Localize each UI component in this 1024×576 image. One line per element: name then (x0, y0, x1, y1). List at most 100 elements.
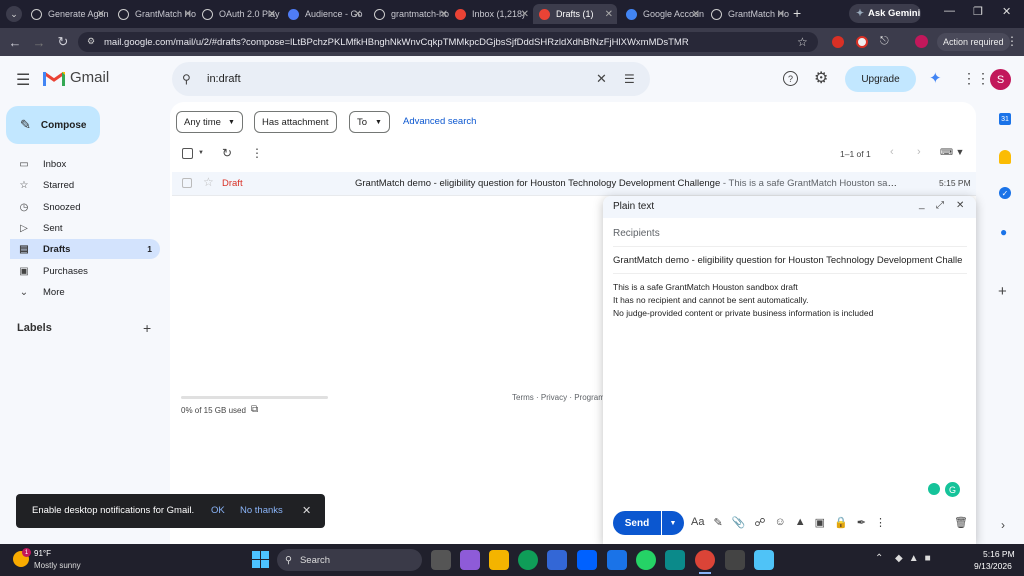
site-info-icon[interactable]: ⚙ (87, 36, 95, 47)
compose-header[interactable]: Plain text _ ⤢ ✕ (603, 196, 976, 218)
browser-tab[interactable]: Generate Agen ✕ (25, 4, 109, 24)
upgrade-button[interactable]: Upgrade (845, 66, 916, 92)
chrome-icon[interactable] (695, 550, 715, 570)
contacts-icon[interactable]: ● (1000, 225, 1007, 239)
new-tab-button[interactable]: + (793, 5, 801, 21)
close-tab-icon[interactable]: ✕ (777, 9, 785, 20)
drive-icon[interactable]: ▲ (795, 516, 806, 529)
close-window-icon[interactable]: ✕ (1002, 5, 1011, 18)
gmail-logo[interactable]: Gmail (43, 69, 109, 86)
close-tab-icon[interactable]: ✕ (440, 9, 448, 20)
restore-window-icon[interactable]: ❐ (973, 5, 983, 18)
account-avatar[interactable]: S (990, 69, 1011, 90)
input-tools-icon[interactable]: ⌨ ▼ (940, 147, 964, 158)
toast-close-icon[interactable]: ✕ (302, 504, 311, 517)
subject-field[interactable]: GrantMatch demo - eligibility question f… (613, 250, 967, 274)
row-checkbox[interactable] (182, 178, 192, 188)
browser-tab[interactable]: GrantMatch Ho ✕ (705, 4, 789, 24)
ask-gemini-button[interactable]: ✦ Ask Gemini (849, 4, 921, 23)
select-all-checkbox[interactable] (182, 148, 193, 159)
close-tab-icon[interactable]: ✕ (692, 9, 700, 20)
recipients-field[interactable]: Recipients (613, 223, 967, 247)
address-bar[interactable]: ⚙ mail.google.com/mail/u/2/#drafts?compo… (78, 32, 818, 52)
attach-icon[interactable]: 📎 (732, 516, 746, 529)
toast-ok-button[interactable]: OK (211, 505, 225, 516)
signature-icon[interactable]: ✒ (857, 516, 866, 529)
expand-panel-icon[interactable]: › (1001, 518, 1005, 532)
search-bar[interactable]: ⚲ in:draft ✕ ☰ (172, 62, 650, 96)
profile-avatar-icon[interactable] (915, 35, 928, 48)
discard-draft-icon[interactable]: 🗑 (954, 516, 968, 529)
main-menu-icon[interactable]: ☰ (16, 70, 30, 90)
forward-arrow-icon[interactable]: → (30, 33, 48, 51)
close-tab-icon[interactable]: ✕ (354, 9, 362, 20)
back-arrow-icon[interactable]: ← (6, 33, 24, 51)
next-page-icon[interactable]: › (917, 146, 921, 158)
add-addon-icon[interactable]: + (998, 283, 1007, 300)
sidebar-item-snoozed[interactable]: ◷ Snoozed (10, 197, 160, 217)
sidebar-item-starred[interactable]: ☆ Starred (10, 175, 160, 195)
confidential-icon[interactable]: 🔒 (834, 516, 848, 529)
add-label-icon[interactable]: + (143, 320, 151, 336)
close-tab-icon[interactable]: ✕ (521, 9, 529, 20)
store-icon[interactable] (547, 550, 567, 570)
browser-tab[interactable]: Audience - Go ✕ (282, 4, 366, 24)
keep-icon[interactable] (999, 150, 1011, 164)
link-icon[interactable]: ☍ (754, 516, 765, 529)
notepad-icon[interactable] (754, 550, 774, 570)
more-actions-icon[interactable]: ⋮ (251, 146, 263, 160)
app-blue-icon[interactable] (607, 550, 627, 570)
star-icon[interactable]: ☆ (203, 175, 214, 189)
filter-any-time[interactable]: Any time ▼ (176, 111, 243, 133)
sidebar-item-inbox[interactable]: ▭ Inbox (10, 154, 160, 174)
assist-bulb-icon[interactable] (928, 483, 940, 495)
footer-links[interactable]: Terms · Privacy · Program (512, 393, 605, 402)
emoji-icon[interactable]: ☺ (775, 516, 786, 529)
sidebar-item-more[interactable]: ⌄ More (10, 282, 160, 302)
minimize-window-icon[interactable]: — (944, 5, 955, 17)
sidebar-item-purchases[interactable]: ▣ Purchases (10, 261, 160, 281)
refresh-icon[interactable]: ↻ (222, 146, 232, 160)
ai-write-icon[interactable]: ✎ (713, 516, 722, 529)
copilot-icon[interactable] (460, 550, 480, 570)
taskbar-search[interactable]: ⚲ Search (277, 549, 422, 571)
browser-tab[interactable]: Drafts (1) ✕ (533, 4, 617, 24)
bookmark-star-icon[interactable]: ☆ (797, 35, 808, 49)
minimize-compose-icon[interactable]: _ (919, 199, 925, 210)
task-view-icon[interactable] (431, 550, 451, 570)
open-storage-icon[interactable]: ⧉ (251, 404, 258, 415)
browser-tab[interactable]: GrantMatch Ho ✕ (112, 4, 196, 24)
extension-red-icon[interactable] (832, 36, 844, 48)
compose-button[interactable]: ✎ Compose (6, 106, 100, 144)
photo-icon[interactable]: ▣ (815, 516, 825, 529)
grammarly-icon[interactable]: G (945, 482, 960, 497)
file-explorer-icon[interactable] (489, 550, 509, 570)
app-dark-icon[interactable] (725, 550, 745, 570)
cursor-app-icon[interactable] (665, 550, 685, 570)
action-required-chip[interactable]: Action required (937, 33, 1010, 51)
whatsapp-icon[interactable] (636, 550, 656, 570)
browser-tab[interactable]: Google Accoun ✕ (620, 4, 704, 24)
calendar-icon[interactable]: 31 (999, 113, 1011, 125)
reload-icon[interactable]: ↻ (54, 33, 72, 51)
prev-page-icon[interactable]: ‹ (890, 146, 894, 158)
close-compose-icon[interactable]: ✕ (956, 200, 964, 211)
edge-icon[interactable] (518, 550, 538, 570)
clear-search-icon[interactable]: ✕ (596, 71, 607, 87)
close-tab-icon[interactable]: ✕ (268, 9, 276, 20)
send-button[interactable]: Send (613, 511, 661, 535)
browser-tab[interactable]: grantmatch-ho ✕ (368, 4, 452, 24)
extensions-puzzle-icon[interactable]: ⎋ (880, 35, 889, 48)
fullscreen-compose-icon[interactable]: ⤢ (936, 200, 944, 211)
formatting-icon[interactable]: Aa (691, 516, 704, 529)
tray-icons[interactable]: ◆▲■ (895, 553, 937, 564)
filter-has-attachment[interactable]: Has attachment (254, 111, 337, 133)
close-tab-icon[interactable]: ✕ (184, 9, 192, 20)
table-row[interactable]: ☆ Draft GrantMatch demo - eligibility qu… (172, 172, 976, 196)
tray-chevron-icon[interactable]: ⌃ (875, 553, 883, 564)
filter-to[interactable]: To ▼ (349, 111, 390, 133)
compose-body[interactable]: This is a safe GrantMatch Houston sandbo… (613, 281, 967, 501)
windows-start-icon[interactable] (252, 551, 269, 568)
advanced-search-link[interactable]: Advanced search (403, 116, 476, 127)
settings-gear-icon[interactable]: ⚙ (814, 68, 828, 88)
